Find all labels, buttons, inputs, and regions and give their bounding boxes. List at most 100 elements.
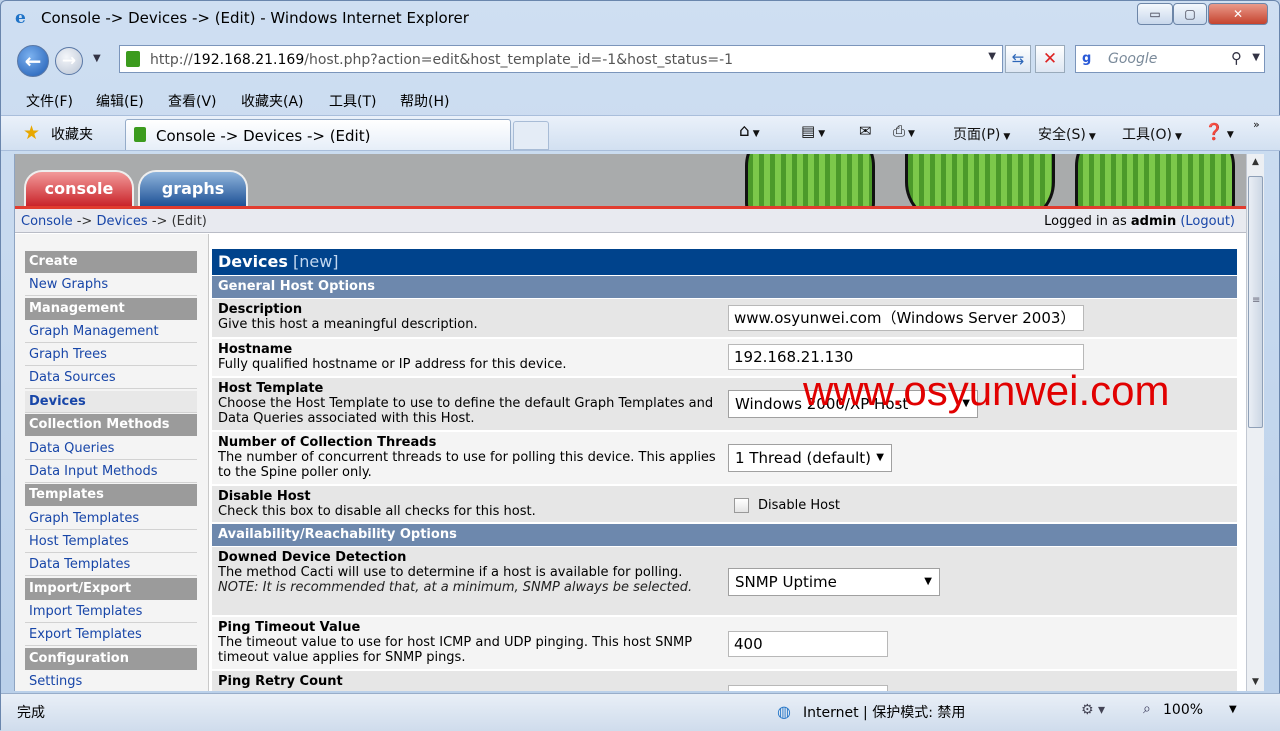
ping-retry-label: Ping Retry Count bbox=[218, 674, 343, 689]
sidebar-item-graph-management[interactable]: Graph Management bbox=[25, 321, 197, 343]
page-menu[interactable]: 页面(P) ▼ bbox=[953, 124, 1010, 144]
minimize-button[interactable]: ▭ bbox=[1137, 3, 1173, 25]
menu-edit[interactable]: 编辑(E) bbox=[96, 91, 144, 111]
zoom-level[interactable]: 100% bbox=[1163, 702, 1203, 718]
sidebar-item-data-templates[interactable]: Data Templates bbox=[25, 554, 197, 576]
vertical-scrollbar[interactable]: ▲ ≡ ▼ bbox=[1246, 154, 1264, 691]
star-icon[interactable]: ★ bbox=[23, 122, 40, 144]
recent-pages-dropdown[interactable]: ▼ bbox=[93, 53, 101, 64]
url-text[interactable]: http://192.168.21.169/host.php?action=ed… bbox=[150, 52, 733, 68]
scroll-up-icon[interactable]: ▲ bbox=[1247, 154, 1264, 171]
sidebar-item-export-templates[interactable]: Export Templates bbox=[25, 624, 197, 646]
menu-help[interactable]: 帮助(H) bbox=[400, 91, 449, 111]
scroll-grip-icon: ≡ bbox=[1252, 295, 1261, 306]
status-tools-icon[interactable]: ⚙ ▾ bbox=[1081, 702, 1105, 718]
sidebar-item-data-input-methods[interactable]: Data Input Methods bbox=[25, 461, 197, 483]
page-icon bbox=[126, 51, 140, 67]
zoom-icon[interactable]: ⌕ bbox=[1143, 701, 1151, 717]
section-general-host-options: General Host Options bbox=[212, 276, 1237, 298]
scroll-thumb[interactable]: ≡ bbox=[1248, 176, 1263, 428]
description-label: Description bbox=[218, 302, 303, 317]
window-title: Console -> Devices -> (Edit) - Windows I… bbox=[41, 9, 469, 27]
mail-icon[interactable]: ✉ bbox=[859, 122, 872, 140]
sidebar-item-host-templates[interactable]: Host Templates bbox=[25, 531, 197, 553]
description-input[interactable]: www.osyunwei.com（Windows Server 2003） bbox=[728, 305, 1084, 331]
search-dropdown-icon[interactable]: ▼ bbox=[1252, 52, 1260, 63]
sidebar-item-import-templates[interactable]: Import Templates bbox=[25, 601, 197, 623]
security-zone[interactable]: Internet | 保护模式: 禁用 bbox=[803, 702, 965, 722]
sidebar-item-data-sources[interactable]: Data Sources bbox=[25, 367, 197, 389]
downed-help: The method Cacti will use to determine i… bbox=[218, 565, 683, 580]
row-ping-retry: Ping Retry Count bbox=[212, 671, 1237, 691]
ping-timeout-input[interactable]: 400 bbox=[728, 631, 888, 657]
sidebar-item-graph-templates[interactable]: Graph Templates bbox=[25, 508, 197, 530]
menu-view[interactable]: 查看(V) bbox=[168, 91, 217, 111]
safety-menu-label: 安全(S) bbox=[1038, 127, 1086, 143]
forward-button[interactable]: → bbox=[55, 47, 83, 75]
print-icon[interactable]: ⎙ ▼ bbox=[893, 122, 915, 140]
refresh-icon[interactable]: ⇆ bbox=[1005, 45, 1031, 73]
browser-tab[interactable]: Console -> Devices -> (Edit) bbox=[125, 119, 511, 150]
sidebar-item-settings[interactable]: Settings bbox=[25, 671, 197, 691]
breadcrumb-devices[interactable]: Devices bbox=[96, 214, 147, 229]
menu-favorites[interactable]: 收藏夹(A) bbox=[241, 91, 304, 111]
row-ping-timeout: Ping Timeout Value The timeout value to u… bbox=[212, 617, 1237, 670]
ping-retry-input[interactable] bbox=[728, 685, 888, 691]
downed-detection-select[interactable]: SNMP Uptime ▼ bbox=[728, 568, 940, 596]
page-icon bbox=[134, 127, 146, 142]
row-description: Description Give this host a meaningful d… bbox=[212, 299, 1237, 338]
page-viewport: console graphs Console -> Devices -> (Ed… bbox=[14, 154, 1264, 691]
threads-select[interactable]: 1 Thread (default) ▼ bbox=[728, 444, 892, 472]
menu-file[interactable]: 文件(F) bbox=[26, 91, 73, 111]
close-window-button[interactable]: ✕ bbox=[1208, 3, 1268, 25]
stop-icon[interactable]: ✕ bbox=[1035, 45, 1065, 73]
row-collection-threads: Number of Collection Threads The number o… bbox=[212, 432, 1237, 485]
logout-link[interactable]: (Logout) bbox=[1180, 214, 1235, 229]
row-downed-detection: Downed Device Detection The method Cacti … bbox=[212, 547, 1237, 616]
home-icon[interactable]: ⌂ ▼ bbox=[739, 121, 760, 141]
favorites-button[interactable]: 收藏夹 bbox=[51, 124, 93, 144]
status-text: 完成 bbox=[17, 705, 45, 721]
url-prefix: http:// bbox=[150, 52, 193, 68]
downed-note: NOTE: It is recommended that, at a minim… bbox=[218, 580, 693, 595]
disable-host-checkbox-label[interactable]: Disable Host bbox=[758, 498, 840, 513]
sidebar-item-data-queries[interactable]: Data Queries bbox=[25, 438, 197, 460]
new-tab-button[interactable] bbox=[513, 121, 549, 150]
tab-graphs[interactable]: graphs bbox=[138, 170, 248, 206]
page-title: Devices [new] bbox=[212, 249, 1237, 275]
feeds-icon[interactable]: ▤ ▼ bbox=[801, 122, 825, 140]
breadcrumb-console[interactable]: Console bbox=[21, 214, 73, 229]
address-row: ← → ▼ http://192.168.21.169/host.php?act… bbox=[1, 39, 1280, 83]
breadcrumb-separator: -> bbox=[72, 214, 97, 229]
host-template-label: Host Template bbox=[218, 381, 324, 396]
sidebar: Create New Graphs Management Graph Manag… bbox=[15, 234, 209, 691]
safety-menu[interactable]: 安全(S) ▼ bbox=[1038, 124, 1096, 144]
device-form: Devices [new] General Host Options Descr… bbox=[212, 249, 1237, 691]
ping-timeout-help: The timeout value to use for host ICMP a… bbox=[218, 635, 693, 665]
menu-tools[interactable]: 工具(T) bbox=[329, 91, 376, 111]
chevron-down-icon: ▼ bbox=[876, 452, 884, 463]
tab-console[interactable]: console bbox=[24, 170, 134, 206]
zoom-dropdown-icon[interactable]: ▼ bbox=[1229, 704, 1237, 715]
breadcrumb-separator: -> bbox=[147, 214, 172, 229]
back-button[interactable]: ← bbox=[17, 45, 49, 77]
disable-host-checkbox[interactable] bbox=[734, 498, 749, 513]
search-input[interactable]: Google bbox=[1108, 51, 1157, 67]
maximize-button[interactable]: ▢ bbox=[1173, 3, 1207, 25]
login-prefix: Logged in as bbox=[1044, 214, 1131, 229]
nav-header-import-export: Import/Export bbox=[25, 578, 197, 600]
scroll-down-icon[interactable]: ▼ bbox=[1247, 674, 1264, 691]
address-dropdown-icon[interactable]: ▼ bbox=[988, 51, 996, 62]
cactus-logo bbox=[745, 154, 1247, 206]
sidebar-item-devices[interactable]: Devices bbox=[25, 391, 197, 413]
sidebar-item-graph-trees[interactable]: Graph Trees bbox=[25, 344, 197, 366]
address-bar[interactable]: http://192.168.21.169/host.php?action=ed… bbox=[119, 45, 1003, 73]
help-icon[interactable]: ❓ ▼ bbox=[1204, 122, 1234, 141]
search-icon[interactable]: ⚲ bbox=[1231, 49, 1242, 67]
tools-menu[interactable]: 工具(O) ▼ bbox=[1122, 124, 1182, 144]
sidebar-item-new-graphs[interactable]: New Graphs bbox=[25, 274, 197, 296]
search-box[interactable]: g Google ⚲ ▼ bbox=[1075, 45, 1265, 73]
tab-title: Console -> Devices -> (Edit) bbox=[156, 127, 371, 145]
toolbar-overflow-icon[interactable]: » bbox=[1253, 118, 1260, 131]
nav-header-create: Create bbox=[25, 251, 197, 273]
